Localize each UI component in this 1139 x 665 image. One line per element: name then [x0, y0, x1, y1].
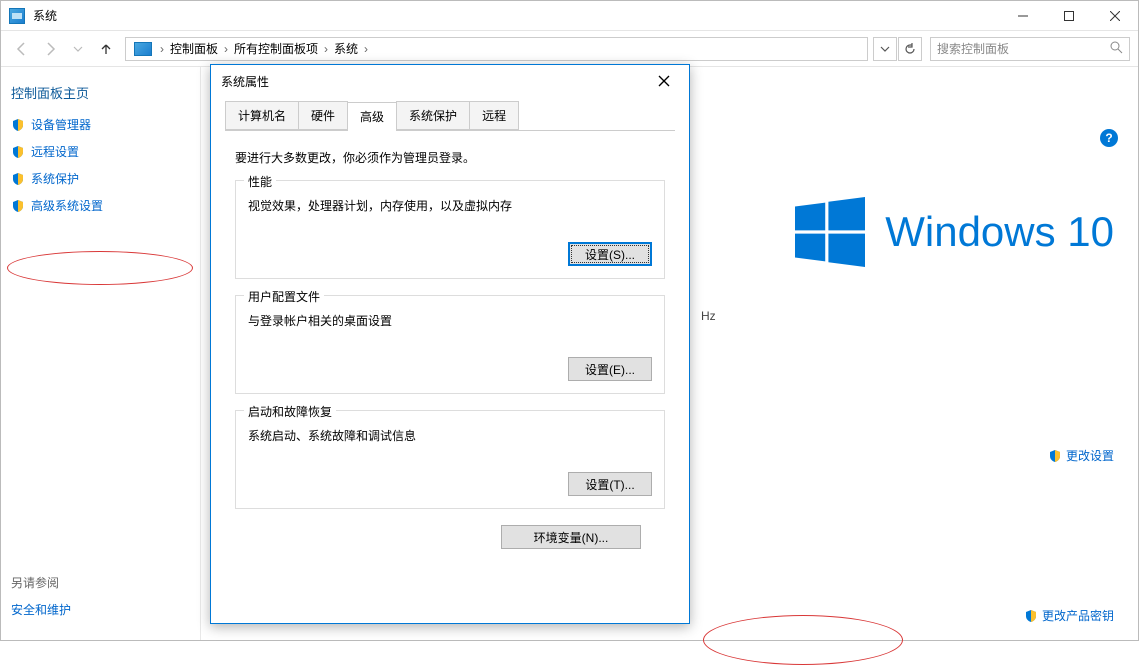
- system-properties-dialog: 系统属性 计算机名 硬件 高级 系统保护 远程 要进行大多数更改，你必须作为管理…: [210, 64, 690, 624]
- profiles-settings-button[interactable]: 设置(E)...: [568, 357, 652, 381]
- forward-button[interactable]: [37, 37, 63, 61]
- shield-icon: [11, 172, 25, 186]
- maximize-button[interactable]: [1046, 1, 1092, 31]
- windows-icon: [795, 197, 865, 267]
- see-also-label: 另请参阅: [11, 574, 71, 591]
- group-desc: 系统启动、系统故障和调试信息: [248, 427, 652, 444]
- search-icon: [1110, 41, 1123, 57]
- up-button[interactable]: [93, 37, 119, 61]
- breadcrumb[interactable]: › 控制面板 › 所有控制面板项 › 系统 ›: [125, 37, 868, 61]
- tab-computer-name[interactable]: 计算机名: [225, 101, 299, 130]
- close-button[interactable]: [1092, 1, 1138, 31]
- tab-protection[interactable]: 系统保护: [396, 101, 470, 130]
- group-title: 用户配置文件: [244, 288, 324, 305]
- computer-icon: [134, 42, 152, 56]
- change-settings-link[interactable]: 更改设置: [1048, 447, 1114, 464]
- chevron-right-icon: ›: [224, 42, 228, 56]
- windows-logo-block: Windows 10: [795, 197, 1114, 267]
- performance-settings-button[interactable]: 设置(S)...: [568, 242, 652, 266]
- sidebar-link-remote[interactable]: 远程设置: [11, 143, 190, 160]
- refresh-button[interactable]: [898, 37, 922, 61]
- group-title: 启动和故障恢复: [244, 403, 336, 420]
- sidebar-link-label: 设备管理器: [31, 116, 91, 133]
- back-button[interactable]: [9, 37, 35, 61]
- help-icon[interactable]: ?: [1100, 129, 1118, 147]
- dialog-tabs: 计算机名 硬件 高级 系统保护 远程: [225, 101, 675, 131]
- sidebar-link-label: 安全和维护: [11, 601, 71, 618]
- nav-toolbar: › 控制面板 › 所有控制面板项 › 系统 › 搜索控制面板: [1, 31, 1138, 67]
- search-placeholder: 搜索控制面板: [937, 40, 1009, 57]
- shield-icon: [11, 118, 25, 132]
- chevron-right-icon: ›: [160, 42, 164, 56]
- minimize-button[interactable]: [1000, 1, 1046, 31]
- spec-fragment: Hz: [701, 309, 716, 323]
- startup-recovery-group: 启动和故障恢复 系统启动、系统故障和调试信息 设置(T)...: [235, 410, 665, 509]
- breadcrumb-item[interactable]: 系统: [332, 40, 360, 57]
- chevron-right-icon: ›: [364, 42, 368, 56]
- windows-edition-label: Windows 10: [885, 208, 1114, 256]
- sidebar-home[interactable]: 控制面板主页: [11, 83, 190, 102]
- sidebar-link-label: 高级系统设置: [31, 197, 103, 214]
- link-label: 更改设置: [1066, 447, 1114, 464]
- dialog-title: 系统属性: [221, 73, 269, 90]
- sidebar-link-device-manager[interactable]: 设备管理器: [11, 116, 190, 133]
- sidebar-link-protection[interactable]: 系统保护: [11, 170, 190, 187]
- change-product-key-link[interactable]: 更改产品密钥: [1024, 607, 1114, 624]
- link-label: 更改产品密钥: [1042, 607, 1114, 624]
- shield-icon: [1024, 609, 1038, 623]
- tab-remote[interactable]: 远程: [469, 101, 519, 130]
- admin-note: 要进行大多数更改，你必须作为管理员登录。: [235, 149, 665, 166]
- window-title: 系统: [33, 7, 57, 24]
- dialog-close-button[interactable]: [649, 66, 679, 96]
- sidebar-link-label: 系统保护: [31, 170, 79, 187]
- user-profiles-group: 用户配置文件 与登录帐户相关的桌面设置 设置(E)...: [235, 295, 665, 394]
- group-desc: 与登录帐户相关的桌面设置: [248, 312, 652, 329]
- startup-settings-button[interactable]: 设置(T)...: [568, 472, 652, 496]
- performance-group: 性能 视觉效果，处理器计划，内存使用，以及虚拟内存 设置(S)...: [235, 180, 665, 279]
- sidebar-link-advanced[interactable]: 高级系统设置: [11, 197, 190, 214]
- computer-icon: [9, 8, 25, 24]
- annotation-ellipse: [7, 251, 193, 285]
- group-title: 性能: [244, 173, 276, 190]
- sidebar: 控制面板主页 设备管理器 远程设置 系统保护 高级系统设置 另请参阅 安全和维护: [1, 67, 201, 640]
- shield-icon: [11, 199, 25, 213]
- recent-dropdown[interactable]: [65, 37, 91, 61]
- dialog-titlebar: 系统属性: [211, 65, 689, 97]
- sidebar-link-security[interactable]: 安全和维护: [11, 601, 71, 618]
- shield-icon: [11, 145, 25, 159]
- chevron-right-icon: ›: [324, 42, 328, 56]
- titlebar: 系统: [1, 1, 1138, 31]
- path-dropdown[interactable]: [873, 37, 897, 61]
- breadcrumb-item[interactable]: 控制面板: [168, 40, 220, 57]
- breadcrumb-item[interactable]: 所有控制面板项: [232, 40, 320, 57]
- tab-advanced[interactable]: 高级: [347, 102, 397, 131]
- environment-variables-button[interactable]: 环境变量(N)...: [501, 525, 641, 549]
- tab-hardware[interactable]: 硬件: [298, 101, 348, 130]
- search-input[interactable]: 搜索控制面板: [930, 37, 1130, 61]
- group-desc: 视觉效果，处理器计划，内存使用，以及虚拟内存: [248, 197, 652, 214]
- shield-icon: [1048, 449, 1062, 463]
- sidebar-link-label: 远程设置: [31, 143, 79, 160]
